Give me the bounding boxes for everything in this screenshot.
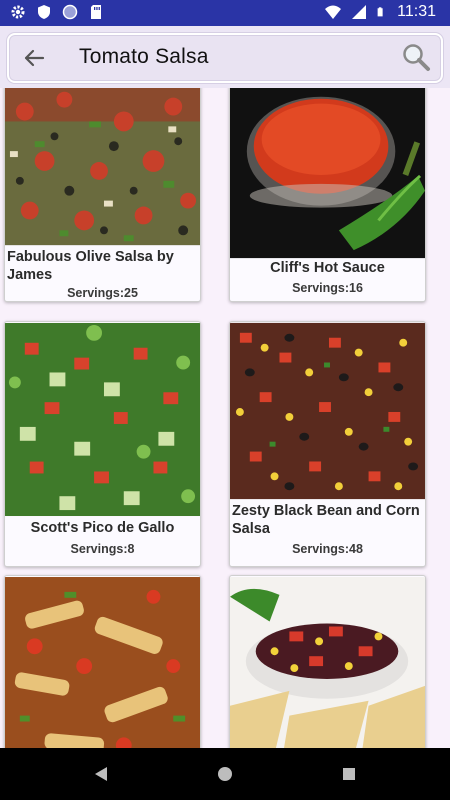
recipe-servings: Servings:8 <box>70 542 135 556</box>
recipe-title: Fabulous Olive Salsa by James <box>7 249 174 283</box>
recipe-card[interactable]: Zesty Black Bean and Corn Salsa Servings… <box>229 321 426 567</box>
recipe-title: Zesty Black Bean and Corn Salsa <box>232 503 420 537</box>
triangle-back-icon[interactable] <box>94 766 108 782</box>
bean-salsa-chips-photo <box>230 577 425 748</box>
recipe-card[interactable]: Scott's Pico de Gallo Servings:8 <box>4 321 201 567</box>
recipe-grid: Fabulous Olive Salsa by James Servings:2… <box>0 88 450 748</box>
recipe-servings: Servings:48 <box>292 542 363 556</box>
recipe-card[interactable] <box>4 575 201 748</box>
signal-icon <box>352 5 367 19</box>
search-box[interactable]: Tomato Salsa <box>7 33 443 83</box>
recipe-servings: Servings:25 <box>67 286 138 300</box>
square-recents-icon[interactable] <box>343 768 355 780</box>
recipe-title: Cliff's Hot Sauce <box>270 260 385 276</box>
search-query[interactable]: Tomato Salsa <box>79 45 209 69</box>
recipe-card[interactable] <box>229 575 426 748</box>
status-bar: 11:31 <box>0 0 450 26</box>
recipe-card[interactable]: Fabulous Olive Salsa by James Servings:2… <box>4 88 201 302</box>
recipe-servings: Servings:16 <box>292 281 363 295</box>
shield-icon <box>38 5 50 19</box>
status-time: 11:31 <box>397 3 436 20</box>
system-nav-bar <box>0 748 450 800</box>
recipe-card[interactable]: Cliff's Hot Sauce Servings:16 <box>229 88 426 302</box>
chicken-stir-fry-photo <box>5 577 200 748</box>
gear-icon <box>11 5 25 19</box>
olive-salsa-photo <box>5 88 200 246</box>
app-bar: Tomato Salsa <box>0 26 450 88</box>
wifi-icon <box>325 5 342 19</box>
recipe-title: Scott's Pico de Gallo <box>30 520 175 536</box>
circle-home-icon[interactable] <box>218 767 232 781</box>
black-bean-corn-salsa-photo <box>230 322 425 500</box>
hot-sauce-photo <box>230 88 425 259</box>
sd-card-icon <box>91 5 101 19</box>
battery-icon <box>377 7 383 17</box>
circle-icon <box>62 4 78 20</box>
magnifier-icon[interactable] <box>401 42 431 72</box>
arrow-left-icon[interactable] <box>21 45 47 71</box>
pico-de-gallo-photo <box>5 322 200 517</box>
